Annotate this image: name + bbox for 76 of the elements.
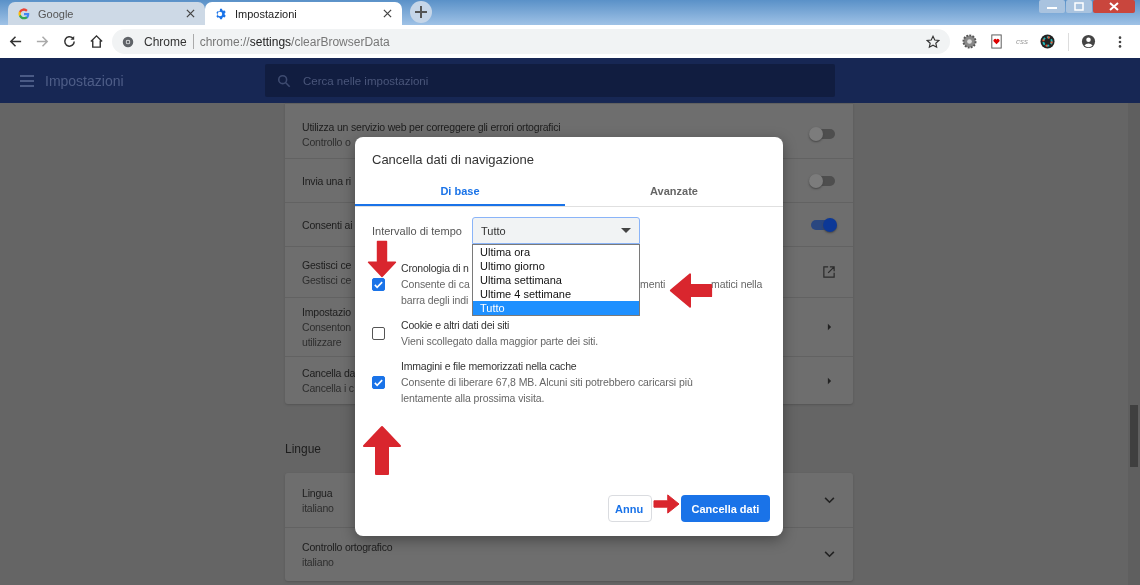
caret-icon[interactable]	[827, 323, 832, 331]
field-label: Intervallo di tempo	[372, 224, 463, 237]
address-bar[interactable]: Chrome chrome://settings/clearBrowserData	[112, 29, 950, 54]
setting-title: Cancella da	[302, 367, 356, 379]
star-icon[interactable]	[926, 34, 940, 49]
dialog-tab[interactable]: Avanzate	[565, 176, 783, 206]
search-field[interactable]: Cerca nelle impostazioni	[265, 64, 835, 97]
color-wheel-icon[interactable]	[1040, 34, 1055, 49]
search-icon	[277, 74, 291, 88]
toggle-switch[interactable]	[811, 219, 835, 230]
option-description: menti	[640, 278, 666, 290]
option-description: Vieni scollegato dalla maggior parte dei siti.	[401, 335, 599, 347]
option-title: Cronologia di n	[401, 262, 469, 274]
chrome-logo-icon	[122, 35, 134, 48]
tab-title: Google	[38, 7, 75, 20]
settings-icon	[215, 7, 227, 20]
option-description: matici nella	[711, 278, 763, 290]
confirm-button[interactable]: Cancella dati	[681, 495, 770, 522]
gear-icon[interactable]	[962, 34, 977, 49]
section-heading: Lingue	[285, 442, 323, 456]
setting-description: Consenton	[302, 321, 351, 333]
setting-description: Gestisci ce	[302, 273, 352, 286]
option-title: Immagini e file memorizzati nella cache	[401, 360, 577, 372]
dropdown-option[interactable]: Ultime 4 settimane	[473, 287, 639, 301]
site-label: Chrome	[144, 34, 187, 49]
back-icon[interactable]	[8, 34, 23, 49]
setting-title: Invia una ri	[302, 174, 351, 187]
close-button[interactable]	[1093, 0, 1135, 13]
tab-title: Impostazioni	[235, 7, 298, 20]
external-link-icon[interactable]	[823, 266, 835, 278]
toggle-switch[interactable]	[811, 129, 835, 139]
new-tab-button[interactable]	[410, 1, 432, 23]
option-title: Cookie e altri dati dei siti	[401, 319, 510, 331]
close-icon[interactable]	[186, 9, 195, 18]
menu-icon[interactable]	[1118, 34, 1122, 49]
url-text: chrome://settings/clearBrowserData	[199, 34, 390, 49]
dialog-title: Cancella dati di navigazione	[371, 151, 535, 169]
toggle-switch[interactable]	[811, 175, 835, 186]
account-icon[interactable]	[1081, 34, 1096, 49]
up-arrow	[362, 425, 402, 476]
scrollbar-thumb[interactable]	[1130, 405, 1138, 467]
setting-title: Consenti ai	[302, 218, 353, 231]
home-icon[interactable]	[89, 34, 104, 49]
caret-icon[interactable]	[827, 376, 832, 385]
google-icon	[18, 7, 30, 20]
option-description: Consente di ca	[401, 278, 470, 290]
option-description: Consente di liberare 67,8 MB. Alcuni siti potrebbero caricarsi più	[401, 376, 693, 388]
dropdown-option[interactable]: Ultima settimana	[473, 273, 639, 287]
browser-tab[interactable]: Impostazioni	[205, 2, 402, 25]
setting-title: Lingua	[302, 486, 333, 499]
dialog-tab[interactable]: Di base	[355, 176, 565, 206]
chevron-icon[interactable]	[824, 551, 835, 558]
time-range-select[interactable]: Tutto	[472, 217, 640, 244]
browser-tab[interactable]: Google	[8, 2, 205, 25]
chevron-icon[interactable]	[824, 496, 835, 504]
setting-value: italiano	[302, 501, 334, 514]
dropdown-option[interactable]: Ultima ora	[473, 245, 639, 259]
cancel-button[interactable]: Annu	[608, 495, 652, 522]
setting-title: Controllo ortografico	[302, 541, 393, 553]
option-description: barra degli indi	[401, 294, 469, 306]
checkbox[interactable]	[372, 326, 385, 340]
caret-icon	[621, 228, 631, 233]
reload-icon[interactable]	[62, 34, 77, 49]
heart-card-icon[interactable]	[989, 34, 1004, 49]
forward-icon[interactable]	[35, 34, 50, 49]
checkbox[interactable]	[372, 277, 385, 291]
setting-title: Utilizza un servizio web per correggere gli errori ortografici	[302, 120, 561, 133]
dropdown-option[interactable]: Ultimo giorno	[473, 259, 639, 273]
checkbox[interactable]	[372, 375, 385, 389]
setting-value: italiano	[302, 556, 334, 568]
option-description: lentamente alla prossima visita.	[401, 392, 545, 404]
close-icon[interactable]	[383, 9, 392, 18]
setting-description: utilizzare	[302, 336, 342, 348]
left-arrow	[669, 270, 713, 311]
setting-title: Impostazio	[302, 306, 351, 318]
setting-title: Gestisci ce	[302, 258, 352, 271]
